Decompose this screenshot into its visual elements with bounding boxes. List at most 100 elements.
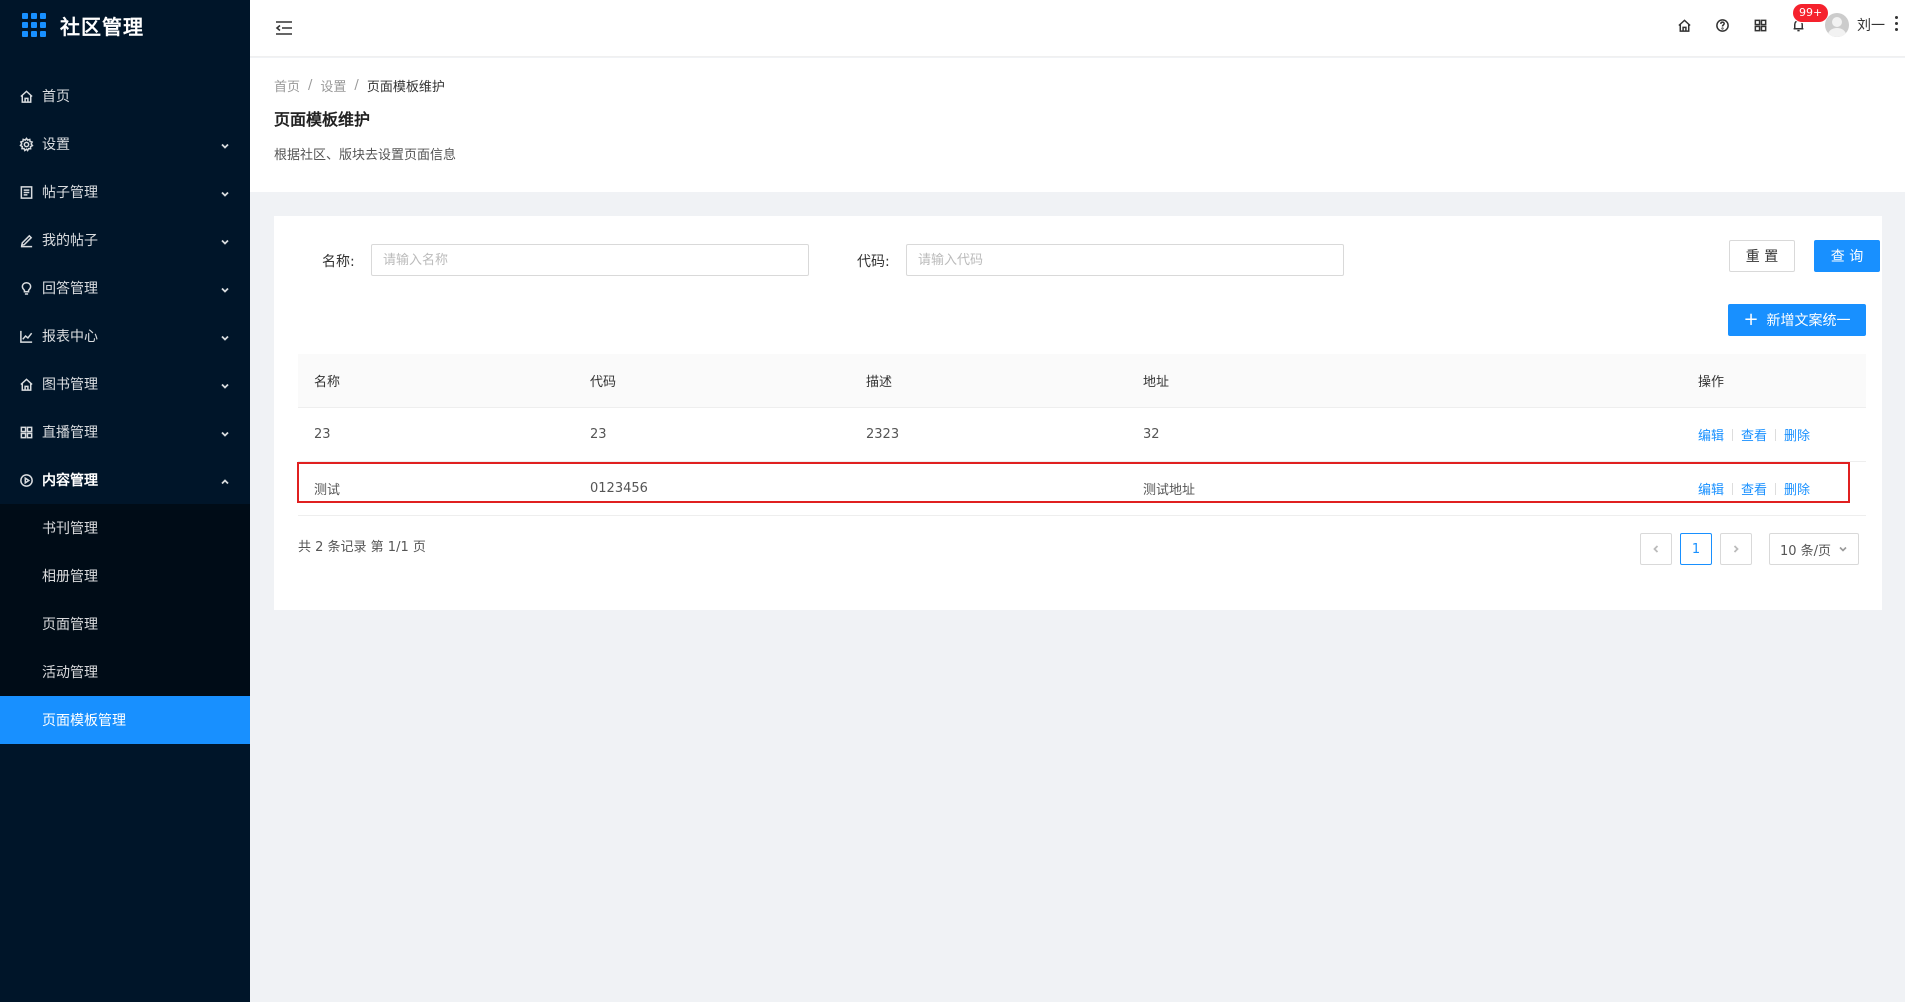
- chevron-down-icon: [220, 235, 230, 245]
- submenu-item-journals[interactable]: 书刊管理: [0, 504, 250, 552]
- sidebar-item-answers[interactable]: 回答管理: [0, 264, 250, 312]
- chevron-down-icon: [220, 139, 230, 149]
- submenu-item-page-templates[interactable]: 页面模板管理: [0, 696, 250, 744]
- edit-link[interactable]: 编辑: [1698, 479, 1724, 498]
- code-field-label: 代码:: [857, 254, 890, 270]
- page-title: 页面模板维护: [274, 110, 371, 129]
- chevron-down-icon: [220, 331, 230, 341]
- user-name: 刘一: [1857, 18, 1885, 34]
- sidebar-item-label: 报表中心: [42, 329, 98, 345]
- chevron-down-icon: [220, 187, 230, 197]
- query-button[interactable]: 查 询: [1814, 240, 1880, 272]
- sidebar-item-posts[interactable]: 帖子管理: [0, 168, 250, 216]
- view-link[interactable]: 查看: [1741, 425, 1767, 444]
- view-link[interactable]: 查看: [1741, 479, 1767, 498]
- header-actions: 99+ 刘一: [1665, 0, 1905, 50]
- plus-icon: +: [1743, 309, 1759, 330]
- help-icon[interactable]: [1703, 0, 1741, 50]
- chevron-down-icon: [1839, 546, 1847, 552]
- notification-badge: 99+: [1793, 4, 1829, 22]
- breadcrumb-settings[interactable]: 设置: [320, 76, 346, 95]
- chart-icon: [18, 328, 34, 344]
- page-header: 首页 / 设置 / 页面模板维护 页面模板维护 根据社区、版块去设置页面信息: [250, 58, 1905, 192]
- sidebar-item-label: 帖子管理: [42, 185, 98, 201]
- action-divider: [1775, 482, 1777, 495]
- submenu-item-activities[interactable]: 活动管理: [0, 648, 250, 696]
- add-copy-button[interactable]: + 新增文案统一: [1728, 304, 1866, 336]
- delete-link[interactable]: 删除: [1784, 425, 1810, 444]
- menu-fold-icon[interactable]: [274, 18, 294, 38]
- sidebar-item-label: 我的帖子: [42, 233, 98, 249]
- action-divider: [1732, 482, 1734, 495]
- sidebar-item-label: 图书管理: [42, 377, 98, 393]
- more-vertical-icon[interactable]: [1895, 16, 1899, 34]
- apps-logo-icon: [22, 13, 46, 37]
- sidebar-item-my-posts[interactable]: 我的帖子: [0, 216, 250, 264]
- page-size-value: 10 条/页: [1780, 543, 1832, 559]
- cell-name: 23: [314, 427, 331, 442]
- chevron-down-icon: [220, 283, 230, 293]
- page-description: 根据社区、版块去设置页面信息: [274, 148, 457, 163]
- breadcrumb-separator: /: [308, 77, 313, 93]
- sidebar: 社区管理 首页 设置 帖子管理 我的帖子 回答管理 报表中心 图书管理 直播管理…: [0, 0, 250, 1002]
- delete-link[interactable]: 删除: [1784, 479, 1810, 498]
- edit-link[interactable]: 编辑: [1698, 425, 1724, 444]
- cell-address: 测试地址: [1143, 483, 1196, 498]
- chevron-up-icon: [220, 475, 230, 485]
- user-menu[interactable]: 刘一: [1825, 13, 1885, 37]
- chevron-down-icon: [220, 427, 230, 437]
- column-header-name: 名称: [314, 375, 341, 390]
- name-field-label: 名称:: [322, 254, 355, 270]
- cell-description: 2323: [866, 427, 900, 442]
- table-row: 测试 0123456 测试地址 编辑 查看 删除: [298, 462, 1866, 516]
- avatar: [1825, 13, 1849, 37]
- content-card: 名称: 代码: 重 置 查 询 + 新增文案统一 名称 代码 描述 地址 操作 …: [274, 216, 1882, 610]
- column-header-address: 地址: [1143, 375, 1170, 390]
- prev-page-button[interactable]: [1640, 533, 1672, 565]
- code-input[interactable]: [906, 244, 1344, 276]
- sidebar-item-label: 设置: [42, 137, 70, 153]
- play-circle-icon: [18, 472, 34, 488]
- cell-code: 23: [590, 427, 607, 442]
- sidebar-item-settings[interactable]: 设置: [0, 120, 250, 168]
- sidebar-menu: 首页 设置 帖子管理 我的帖子 回答管理 报表中心 图书管理 直播管理 内容管理…: [0, 72, 250, 744]
- sidebar-item-home[interactable]: 首页: [0, 72, 250, 120]
- bell-icon[interactable]: 99+: [1779, 0, 1829, 50]
- search-form: 名称: 代码: 重 置 查 询: [298, 216, 1880, 296]
- sidebar-item-label: 回答管理: [42, 281, 98, 297]
- sidebar-item-live[interactable]: 直播管理: [0, 408, 250, 456]
- data-table: 名称 代码 描述 地址 操作 23 23 2323 32 编辑 查看 删除 测试…: [297, 354, 1866, 516]
- breadcrumb: 首页 / 设置 / 页面模板维护: [274, 74, 1881, 96]
- app-title: 社区管理: [60, 14, 144, 39]
- chevron-down-icon: [220, 379, 230, 389]
- home-icon[interactable]: [1665, 0, 1703, 50]
- submenu-item-pages[interactable]: 页面管理: [0, 600, 250, 648]
- sidebar-item-content[interactable]: 内容管理: [0, 456, 250, 504]
- grid-icon[interactable]: [1741, 0, 1779, 50]
- reset-button[interactable]: 重 置: [1729, 240, 1795, 272]
- document-icon: [18, 184, 34, 200]
- page-1-button[interactable]: 1: [1680, 533, 1712, 565]
- content-submenu: 书刊管理 相册管理 页面管理 活动管理 页面模板管理: [0, 504, 250, 744]
- next-page-button[interactable]: [1720, 533, 1752, 565]
- breadcrumb-home[interactable]: 首页: [274, 76, 300, 95]
- name-input[interactable]: [371, 244, 809, 276]
- action-divider: [1775, 428, 1777, 441]
- cell-code: 0123456: [590, 481, 648, 496]
- brand[interactable]: 社区管理: [0, 0, 250, 50]
- sidebar-item-label: 内容管理: [42, 473, 98, 489]
- grid-icon: [18, 424, 34, 440]
- add-copy-label: 新增文案统一: [1766, 313, 1851, 329]
- top-header: 99+ 刘一: [250, 0, 1905, 57]
- page-size-select[interactable]: 10 条/页: [1769, 533, 1859, 565]
- column-header-code: 代码: [590, 375, 617, 390]
- submenu-item-albums[interactable]: 相册管理: [0, 552, 250, 600]
- sidebar-item-label: 直播管理: [42, 425, 98, 441]
- column-header-description: 描述: [866, 375, 893, 390]
- cell-actions: 编辑 查看 删除: [1682, 425, 1866, 444]
- column-header-actions: 操作: [1698, 375, 1725, 390]
- sidebar-item-books[interactable]: 图书管理: [0, 360, 250, 408]
- sidebar-item-reports[interactable]: 报表中心: [0, 312, 250, 360]
- home-icon: [18, 88, 34, 104]
- table-header: 名称 代码 描述 地址 操作: [298, 354, 1866, 408]
